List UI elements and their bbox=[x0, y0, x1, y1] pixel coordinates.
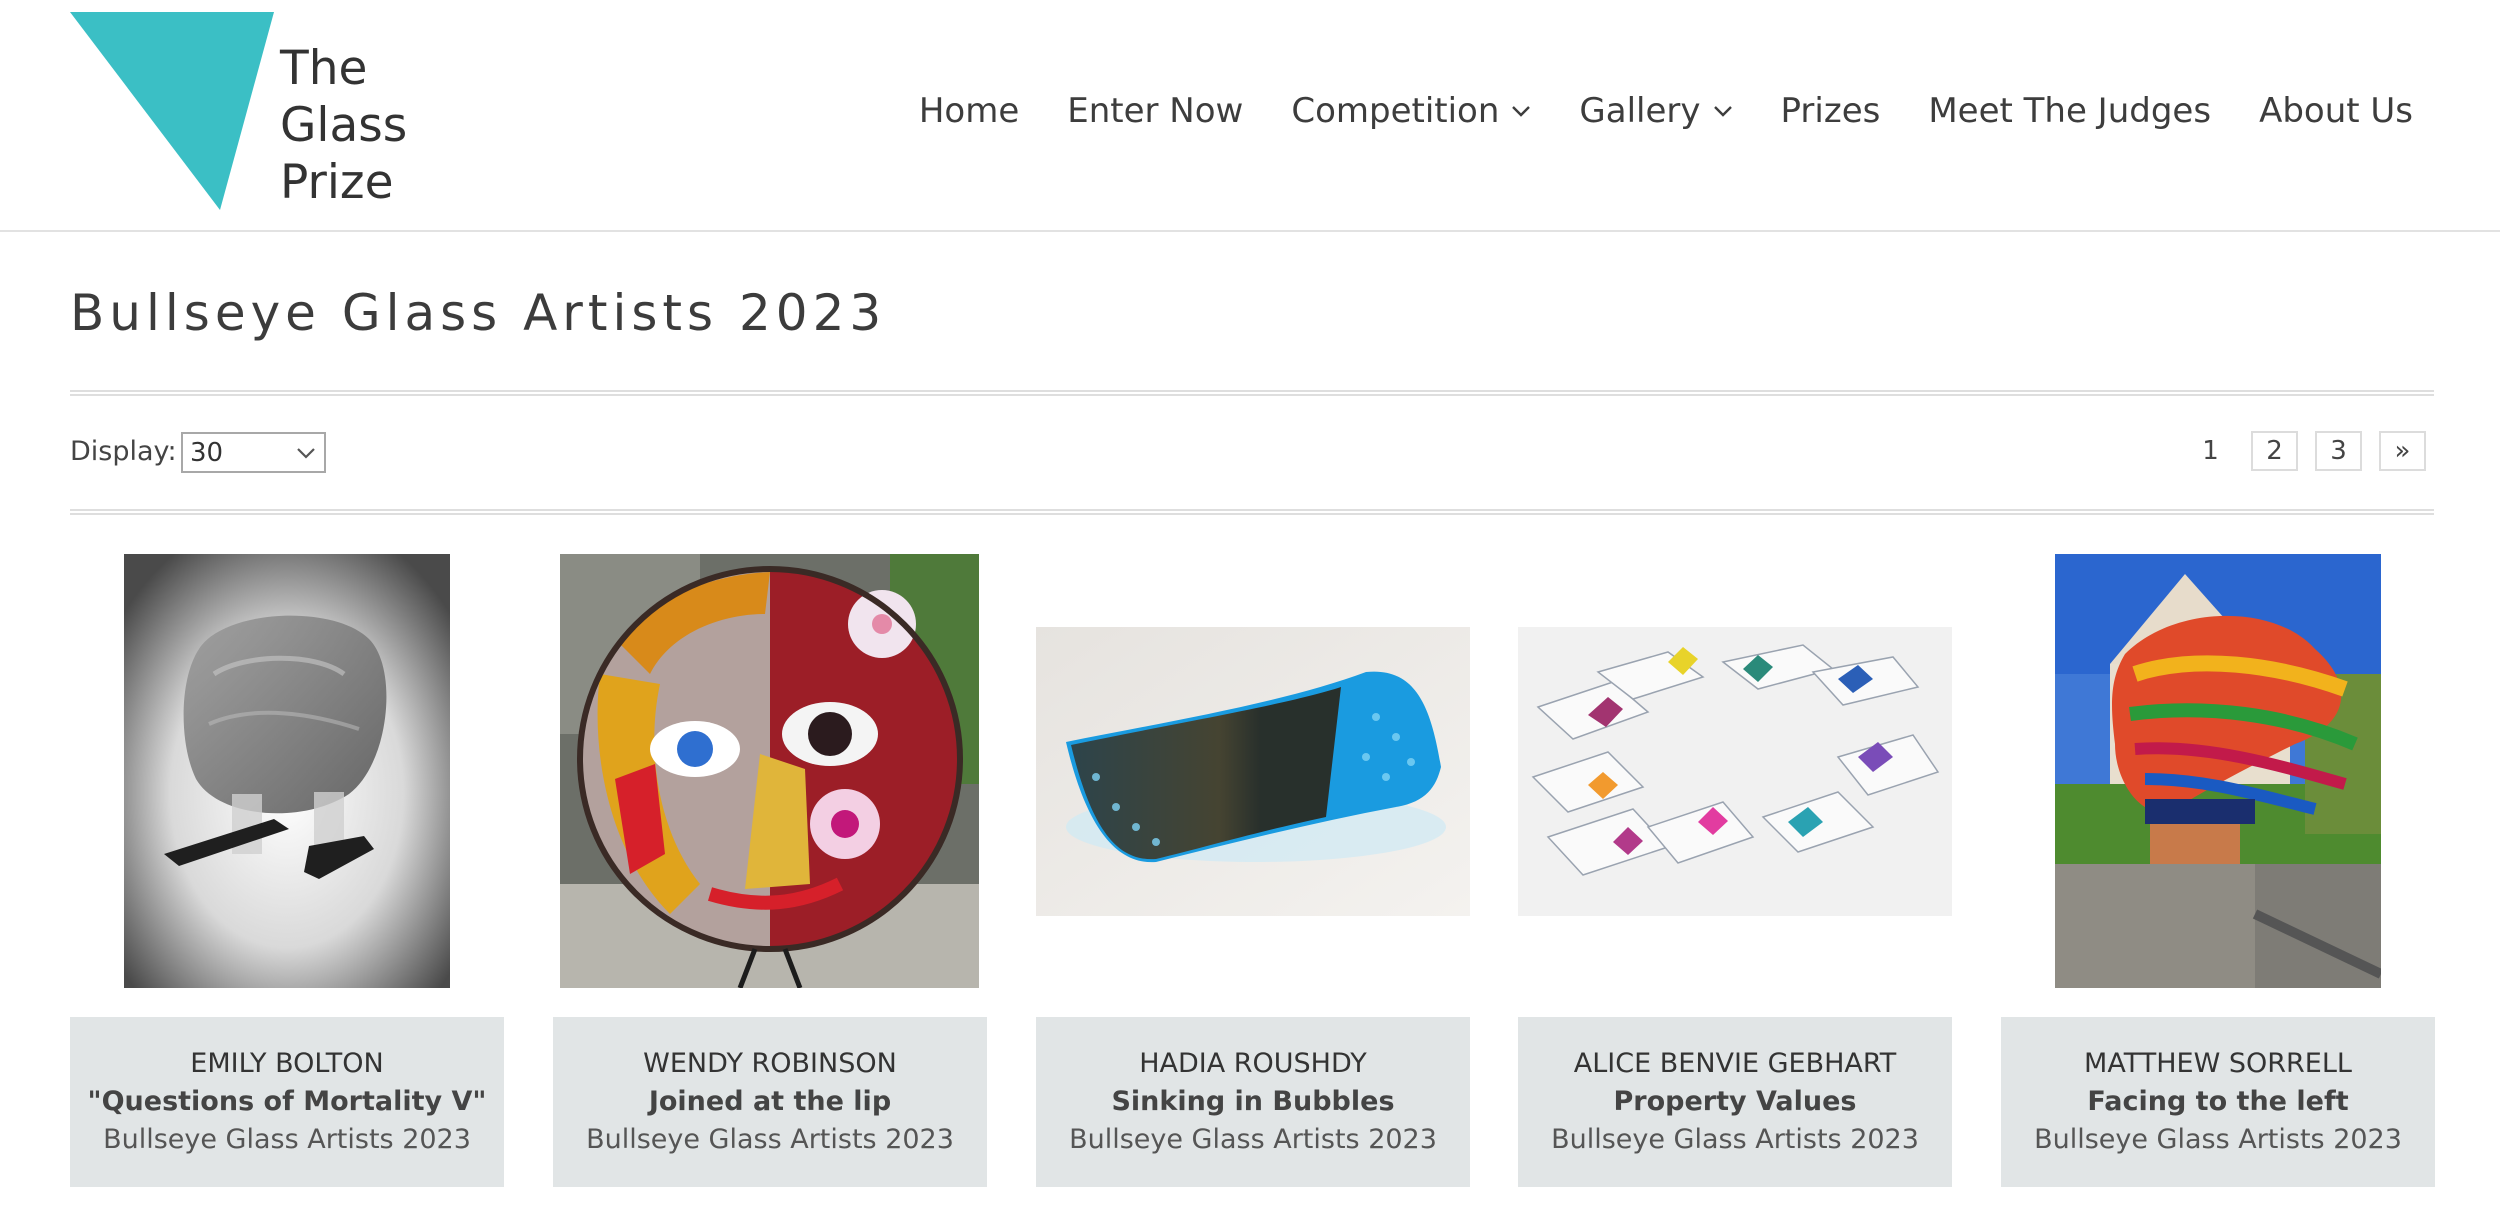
artwork-caption[interactable]: MATTHEW SORRELL Facing to the left Bulls… bbox=[2001, 1017, 2435, 1187]
artwork-image-wendy-robinson[interactable] bbox=[560, 554, 979, 988]
artist-name: HADIA ROUSHDY bbox=[1139, 1048, 1367, 1079]
chevron-down-icon bbox=[297, 447, 315, 459]
main-nav: Home Enter Now Competition Gallery Prize… bbox=[919, 88, 2413, 134]
artist-name: WENDY ROBINSON bbox=[643, 1048, 897, 1079]
glass-face-roundel-image bbox=[560, 554, 979, 988]
nav-meet-the-judges-label: Meet The Judges bbox=[1928, 91, 2212, 131]
nav-competition-label: Competition bbox=[1291, 91, 1500, 131]
artwork-caption[interactable]: WENDY ROBINSON Joined at the lip Bullsey… bbox=[553, 1017, 987, 1187]
nav-meet-the-judges[interactable]: Meet The Judges bbox=[1928, 91, 2211, 131]
artwork-caption[interactable]: HADIA ROUSHDY Sinking in Bubbles Bullsey… bbox=[1036, 1017, 1470, 1187]
nav-prizes[interactable]: Prizes bbox=[1781, 91, 1881, 131]
logo-line-3: Prize bbox=[280, 155, 394, 210]
artwork-title: Property Values bbox=[1613, 1086, 1857, 1117]
triangle-logo-icon bbox=[70, 12, 274, 210]
frosted-glass-sculpture-image bbox=[124, 554, 450, 988]
artist-name: MATTHEW SORRELL bbox=[2084, 1048, 2352, 1079]
chevron-down-icon bbox=[1512, 106, 1531, 117]
artist-name: ALICE BENVIE GEBHART bbox=[1573, 1048, 1897, 1079]
site-logo[interactable]: The Glass Prize bbox=[70, 12, 415, 212]
divider bbox=[70, 390, 2434, 396]
nav-home-label: Home bbox=[918, 91, 1020, 131]
blue-glass-plate-image bbox=[1036, 627, 1470, 916]
artwork-category: Bullseye Glass Artists 2023 bbox=[1551, 1124, 1919, 1155]
artwork-category: Bullseye Glass Artists 2023 bbox=[2034, 1124, 2402, 1155]
display-count-value: 30 bbox=[190, 437, 224, 468]
artwork-caption[interactable]: ALICE BENVIE GEBHART Property Values Bul… bbox=[1518, 1017, 1952, 1187]
nav-gallery[interactable]: Gallery bbox=[1579, 91, 1732, 131]
site-header: The Glass Prize Home Enter Now Competiti… bbox=[0, 0, 2500, 232]
nav-gallery-label: Gallery bbox=[1579, 91, 1701, 131]
page-1-current: 1 bbox=[2202, 436, 2219, 466]
artwork-title: "Questions of Mortality V" bbox=[87, 1086, 487, 1117]
rainbow-glass-head-image bbox=[2055, 554, 2381, 988]
logo-line-1: The bbox=[280, 41, 368, 96]
artwork-category: Bullseye Glass Artists 2023 bbox=[103, 1124, 471, 1155]
artwork-category: Bullseye Glass Artists 2023 bbox=[1069, 1124, 1437, 1155]
artist-name: EMILY BOLTON bbox=[190, 1048, 384, 1079]
logo-wordmark: The Glass Prize bbox=[280, 40, 407, 211]
page-2-link[interactable]: 2 bbox=[2251, 431, 2298, 471]
page-3-link[interactable]: 3 bbox=[2315, 431, 2362, 471]
display-label: Display: bbox=[70, 436, 177, 467]
pagination: 1 2 3 » bbox=[2170, 431, 2426, 471]
artwork-title: Joined at the lip bbox=[648, 1086, 892, 1117]
artwork-image-emily-bolton[interactable] bbox=[124, 554, 450, 988]
nav-enter-now-label: Enter Now bbox=[1067, 91, 1244, 131]
artwork-title: Facing to the left bbox=[2087, 1086, 2349, 1117]
artwork-category: Bullseye Glass Artists 2023 bbox=[586, 1124, 954, 1155]
next-page-link[interactable]: » bbox=[2379, 431, 2426, 471]
artwork-title: Sinking in Bubbles bbox=[1111, 1086, 1395, 1117]
glass-house-tiles-image bbox=[1518, 627, 1952, 916]
artwork-image-alice-benvie-gebhart[interactable] bbox=[1518, 627, 1952, 916]
artwork-image-hadia-roushdy[interactable] bbox=[1036, 627, 1470, 916]
nav-home[interactable]: Home bbox=[919, 91, 1019, 131]
nav-about-us[interactable]: About Us bbox=[2259, 91, 2413, 131]
divider bbox=[70, 509, 2434, 515]
artwork-caption[interactable]: EMILY BOLTON "Questions of Mortality V" … bbox=[70, 1017, 504, 1187]
artwork-image-matthew-sorrell[interactable] bbox=[2055, 554, 2381, 988]
nav-competition[interactable]: Competition bbox=[1291, 91, 1531, 131]
logo-line-2: Glass bbox=[280, 98, 408, 153]
nav-about-us-label: About Us bbox=[2259, 91, 2413, 131]
chevron-down-icon bbox=[1713, 106, 1732, 117]
nav-enter-now[interactable]: Enter Now bbox=[1067, 91, 1243, 131]
display-count-select[interactable]: 30 bbox=[181, 432, 326, 473]
page-title: Bullseye Glass Artists 2023 bbox=[70, 284, 887, 342]
nav-prizes-label: Prizes bbox=[1780, 91, 1881, 131]
